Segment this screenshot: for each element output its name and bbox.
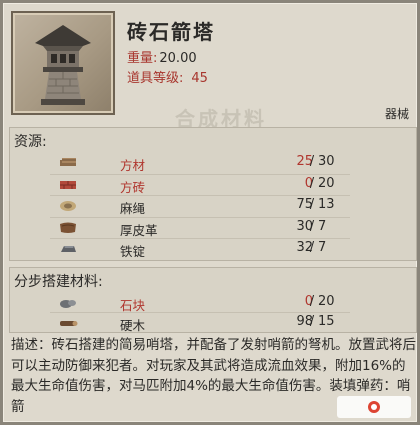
build-materials-title: 分步搭建材料: <box>14 274 103 290</box>
count-separator: / <box>309 197 315 212</box>
count-separator: / <box>309 294 315 309</box>
lumber-icon <box>58 155 78 170</box>
resource-row: 麻绳 75/13 <box>10 197 416 216</box>
thick-leather-icon <box>58 220 78 235</box>
resource-name: 铁锭 <box>120 244 146 259</box>
weight-value: 20.00 <box>159 51 197 66</box>
resource-row: 方砖 0/20 <box>10 175 416 195</box>
build-materials-section: 分步搭建材料: 石块 0/20 硬木 98/15 <box>9 267 417 333</box>
resource-need-count: 30 <box>318 154 335 169</box>
resource-row: 方材 25/30 <box>10 154 416 173</box>
brick-icon <box>58 177 78 192</box>
count-separator: / <box>309 218 315 234</box>
hardwood-icon <box>58 315 78 330</box>
resource-need-count: 13 <box>318 197 335 212</box>
build-material-name: 硬木 <box>120 318 146 333</box>
level-label: 道具等级: <box>127 71 184 86</box>
row-divider <box>50 216 350 218</box>
resource-name: 方材 <box>120 158 146 173</box>
resource-name: 厚皮革 <box>120 222 158 238</box>
build-material-need-count: 15 <box>318 314 335 329</box>
resource-row: 铁锭 32/7 <box>10 240 416 259</box>
count-separator: / <box>309 314 315 329</box>
item-level: 道具等级: 45 <box>127 67 208 86</box>
row-divider <box>50 312 350 313</box>
resource-row: 厚皮革 30/7 <box>10 218 416 238</box>
item-category: 器械 <box>384 107 409 121</box>
item-weight: 重量: 20.00 <box>127 47 197 66</box>
resources-section: 资源: 方材 25/30 方砖 0/20 麻绳 75/13 厚皮革 30/7 铁锭 32/7 <box>9 127 417 261</box>
level-value: 45 <box>191 71 208 86</box>
weight-label: 重量: <box>127 51 158 66</box>
brick-arrow-tower-icon <box>35 25 91 105</box>
row-divider <box>50 195 350 196</box>
resource-need-count: 7 <box>318 240 327 255</box>
stone-icon <box>58 295 78 310</box>
build-material-need-count: 20 <box>318 294 335 309</box>
rope-icon <box>58 198 78 213</box>
count-separator: / <box>309 240 315 255</box>
iron-ingot-icon <box>58 241 78 256</box>
build-material-row: 硬木 98/15 <box>10 314 416 333</box>
resources-title: 资源: <box>14 134 47 150</box>
row-divider <box>50 173 350 175</box>
site-logo <box>337 396 411 418</box>
build-material-row: 石块 0/20 <box>10 294 416 313</box>
row-divider <box>50 238 350 239</box>
item-tooltip-panel: 砖石箭塔 重量: 20.00 道具等级: 45 合成材料 器械 资源: 方材 25/3… <box>0 0 420 425</box>
resource-name: 方砖 <box>120 179 146 195</box>
item-title: 砖石箭塔 <box>127 20 215 44</box>
count-separator: / <box>309 154 315 169</box>
item-header: 砖石箭塔 重量: 20.00 道具等级: 45 合成材料 器械 <box>7 7 417 131</box>
count-separator: / <box>309 175 315 191</box>
resource-name: 麻绳 <box>120 201 146 216</box>
resource-need-count: 7 <box>318 218 327 234</box>
resource-need-count: 20 <box>318 175 335 191</box>
item-thumbnail <box>11 11 115 115</box>
